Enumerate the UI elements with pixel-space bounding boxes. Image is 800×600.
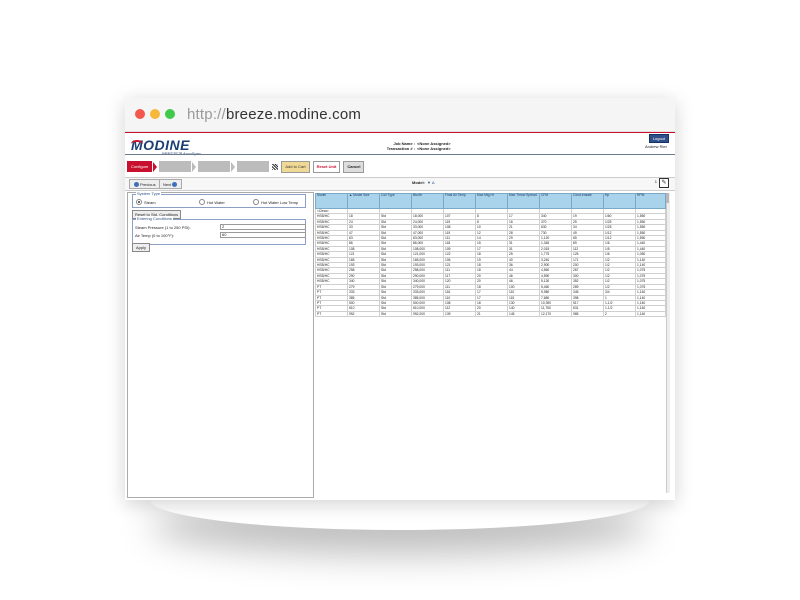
app-content: MODINE BREEZE™ AccuSpec Job Name :<None … [125, 132, 675, 500]
table-cell: Std [379, 310, 412, 318]
table-cell: 2 [603, 310, 636, 318]
column-header[interactable]: Model [315, 193, 348, 209]
radio-hot-water-low-temp[interactable]: Hot Water Low Temp [253, 199, 298, 205]
vertical-scrollbar[interactable] [666, 193, 670, 493]
column-header[interactable]: CFM [539, 193, 572, 209]
previous-label: Previous [140, 181, 156, 187]
system-type-group: System Type Steam Hot Water Hot Water Lo… [132, 191, 306, 208]
user-name: Andrew Rier [644, 144, 667, 149]
transaction-label: Transaction # : [386, 146, 415, 151]
add-to-cart-button[interactable]: Add to Cart [281, 160, 310, 173]
radio-selected-icon [136, 199, 142, 205]
table-cell: PT [315, 310, 348, 318]
radio-icon [199, 199, 205, 205]
logo-swoosh-icon [131, 140, 143, 148]
table-cell: 985 [571, 310, 604, 318]
cancel-button[interactable]: Cancel [343, 160, 365, 173]
steam-pressure-input[interactable]: 2 [220, 224, 306, 230]
system-type-legend: System Type [136, 191, 162, 196]
navigation-bar: Previous Next Model: ▼ A 1 ✎ [125, 177, 675, 191]
table-cell: 145 [507, 310, 540, 318]
next-label: Next [163, 181, 172, 187]
back-arrow-icon [134, 181, 139, 187]
scrollbar-thumb[interactable] [666, 193, 669, 203]
apply-button[interactable]: Apply [132, 243, 151, 252]
top-accent-line [125, 132, 675, 133]
model-sort-select[interactable]: ▼ A [427, 180, 435, 185]
column-header[interactable]: Btu/Hr [411, 193, 444, 209]
table-cell: 952,000 [411, 310, 444, 318]
model-label: Model: [412, 180, 425, 185]
radio-steam[interactable]: Steam [136, 199, 156, 205]
browser-window: http://breeze.modine.com MODINE BREEZE™ … [125, 98, 675, 500]
radio-steam-label: Steam [144, 199, 156, 205]
header-divider [125, 154, 675, 155]
results-table: Model ▲ Model Size Coil Type Btu/Hr Final Ai… [315, 193, 666, 318]
page-number: 1 [654, 179, 657, 184]
table-body: <Clear> HSB/HC 18 Std 18,000 107 8 17 340 19 1/60… [315, 207, 666, 318]
table-cell: 21 [475, 310, 508, 318]
radio-hot-water-label: Hot Water [207, 199, 225, 205]
results-grid: Model ▲ Model Size Coil Type Btu/Hr Final Ai… [315, 193, 670, 498]
chevron-right-icon [231, 161, 236, 172]
forward-arrow-icon [172, 181, 178, 187]
table-cell: 1,140 [635, 310, 666, 318]
transaction-value: <None Assigned> [417, 146, 451, 151]
column-header[interactable]: Max Throw Spread [507, 193, 540, 209]
minimize-dot-icon[interactable] [150, 109, 160, 119]
previous-button[interactable]: Previous [129, 179, 160, 189]
edit-icon[interactable]: ✎ [659, 178, 669, 188]
url-protocol: http:// [187, 106, 226, 123]
column-header[interactable]: RPM [635, 193, 666, 209]
table-header-row: Model ▲ Model Size Coil Type Btu/Hr Final Ai… [315, 193, 666, 209]
table-cell: 139 [443, 310, 476, 318]
checkered-flag-icon [272, 163, 279, 170]
reset-unit-button[interactable]: Reset Unit [312, 160, 341, 173]
maximize-dot-icon[interactable] [165, 109, 175, 119]
table-row[interactable]: PT 952 Std 952,000 139 21 145 12,170 985 2 1,140 [315, 310, 666, 318]
browser-titlebar: http://breeze.modine.com [125, 98, 675, 132]
next-button[interactable]: Next [159, 179, 183, 189]
address-bar[interactable]: http://breeze.modine.com [187, 106, 361, 123]
radio-hot-water-low-temp-label: Hot Water Low Temp [261, 199, 299, 205]
step-configure[interactable]: Configure [127, 161, 153, 172]
column-header[interactable]: Final Air Temp [443, 193, 476, 209]
column-header[interactable]: Max Mtg Ht [475, 193, 508, 209]
conditions-panel: System Type Steam Hot Water Hot Water Lo… [127, 191, 314, 498]
workflow-steps: Configure Add to Cart Reset Unit Cancel [127, 160, 365, 173]
logout-button[interactable]: Logout [648, 134, 669, 143]
table-cell: 952 [347, 310, 380, 318]
chevron-right-icon [192, 161, 197, 172]
step-2 [159, 161, 192, 172]
column-header[interactable]: Hp [603, 193, 636, 209]
air-temp-input[interactable]: 60 [220, 232, 306, 238]
radio-hot-water[interactable]: Hot Water [199, 199, 225, 205]
column-header[interactable]: ▲ Model Size [347, 193, 380, 209]
column-header[interactable]: Cond-ensate [571, 193, 604, 209]
column-header[interactable]: Coil Type [379, 193, 412, 209]
job-info: Job Name : <None Assigned> Transaction # … [385, 141, 451, 151]
step-3 [198, 161, 231, 172]
radio-icon [253, 199, 259, 205]
table-cell: 12,170 [539, 310, 572, 318]
entering-conditions-legend: Entering Conditions [136, 216, 173, 221]
close-dot-icon[interactable] [135, 109, 145, 119]
entering-conditions-group: Entering Conditions Steam Pressure (1 to… [132, 216, 306, 245]
steam-pressure-label: Steam Pressure (1 to 250 PSI): [135, 225, 191, 230]
air-temp-label: Air Temp (0 to 100°F): [135, 233, 175, 238]
url-host: breeze.modine.com [225, 106, 362, 123]
chevron-right-icon [153, 161, 158, 172]
step-4 [237, 161, 270, 172]
